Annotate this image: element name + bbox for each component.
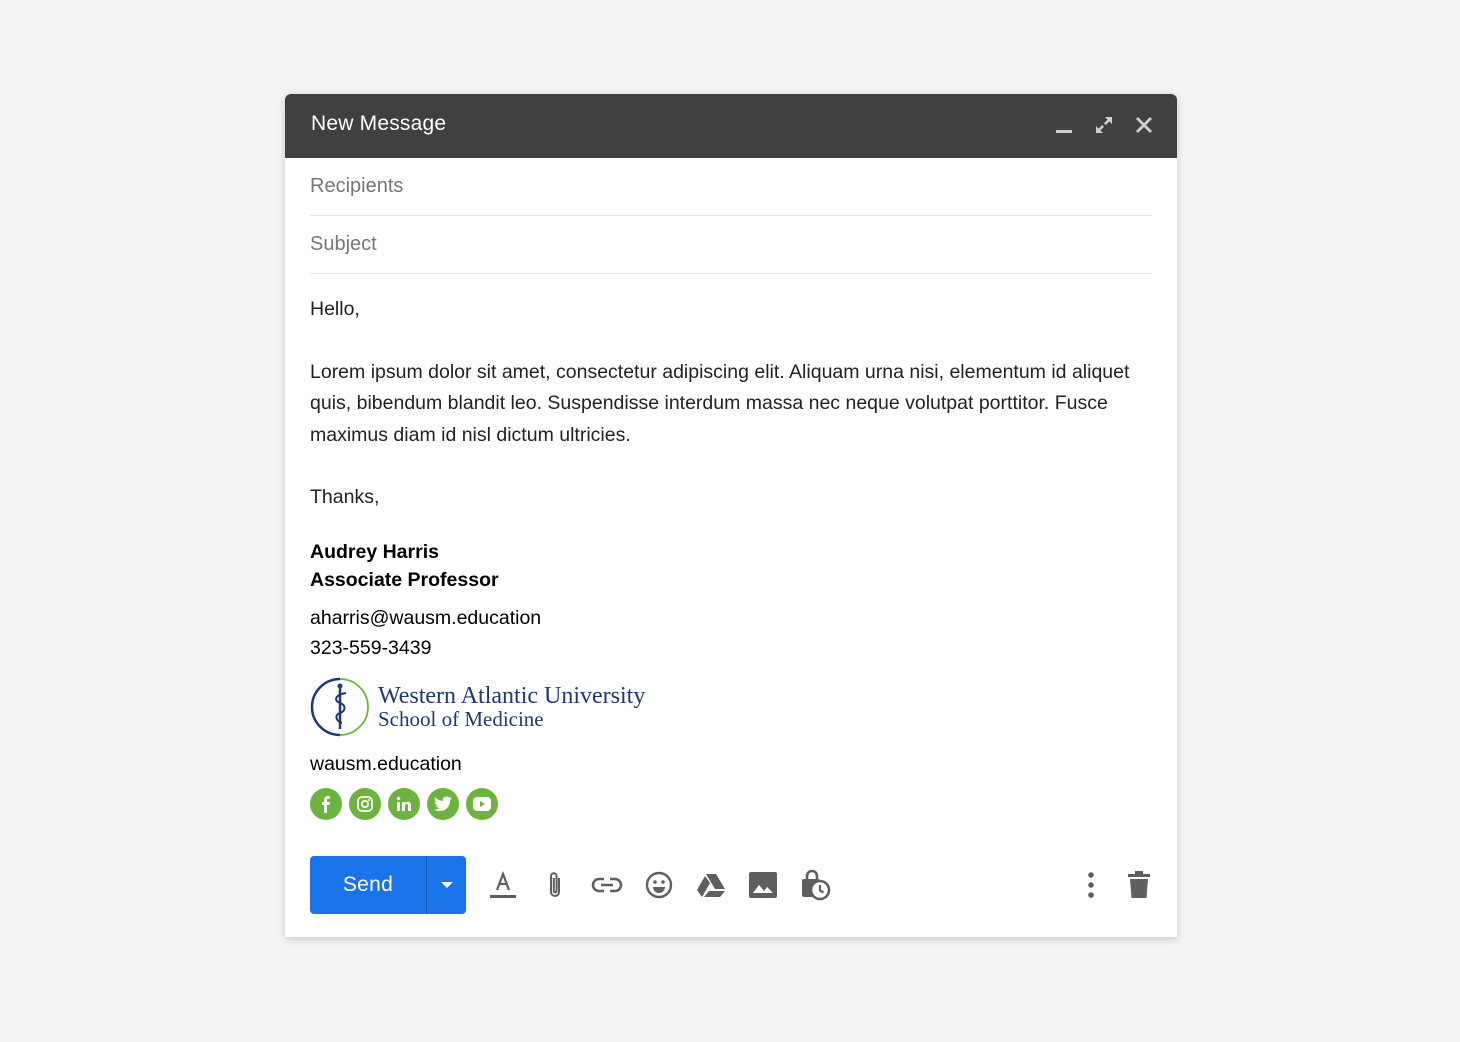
compose-title: New Message (311, 112, 447, 135)
google-drive-icon[interactable] (694, 869, 727, 902)
send-options-button[interactable] (426, 856, 466, 914)
university-logo: Western Atlantic University School of Me… (310, 676, 1152, 738)
more-options-icon[interactable] (1078, 869, 1104, 902)
compose-window: New Message Hello, Lorem ipsum dolor sit… (285, 94, 1177, 937)
formatting-options-icon[interactable] (486, 869, 519, 902)
subject-input[interactable] (310, 233, 1152, 256)
recipients-input[interactable] (310, 175, 1152, 198)
signature-name: Audrey Harris (310, 540, 439, 563)
linkedin-icon[interactable] (388, 787, 420, 820)
compose-header: New Message (285, 94, 1177, 158)
signature: Audrey Harris Associate Professor aharri… (310, 538, 1152, 820)
signature-title: Associate Professor (310, 568, 499, 591)
message-body[interactable]: Hello, Lorem ipsum dolor sit amet, conse… (285, 274, 1177, 820)
instagram-icon[interactable] (349, 787, 381, 820)
caret-down-icon (440, 882, 453, 888)
logo-line-2: School of Medicine (378, 706, 544, 731)
compose-toolbar: Send (310, 856, 1152, 914)
send-button[interactable]: Send (310, 856, 426, 914)
social-links (310, 787, 1152, 820)
logo-line-1: Western Atlantic University (378, 682, 646, 709)
trash-icon[interactable] (1126, 869, 1152, 902)
signature-phone: 323-559-3439 (310, 637, 432, 659)
expand-icon[interactable] (1093, 114, 1115, 136)
twitter-icon[interactable] (427, 787, 459, 820)
caduceus-logo-icon (310, 677, 369, 736)
send-button-group: Send (310, 856, 466, 914)
facebook-icon[interactable] (310, 787, 342, 820)
emoji-icon[interactable] (642, 869, 675, 902)
closing: Thanks, (310, 486, 380, 508)
subject-row (310, 216, 1152, 274)
insert-photo-icon[interactable] (746, 869, 779, 902)
minimize-icon[interactable] (1053, 114, 1075, 136)
recipients-row (310, 158, 1152, 216)
youtube-icon[interactable] (466, 787, 498, 820)
signature-website[interactable]: wausm.education (310, 750, 1152, 778)
close-icon[interactable] (1133, 114, 1155, 136)
confidential-mode-icon[interactable] (798, 869, 831, 902)
link-icon[interactable] (590, 869, 623, 902)
greeting: Hello, (310, 298, 360, 320)
signature-email: aharris@wausm.education (310, 606, 542, 629)
attach-icon[interactable] (538, 869, 571, 902)
body-paragraph: Lorem ipsum dolor sit amet, consectetur … (310, 360, 1130, 446)
